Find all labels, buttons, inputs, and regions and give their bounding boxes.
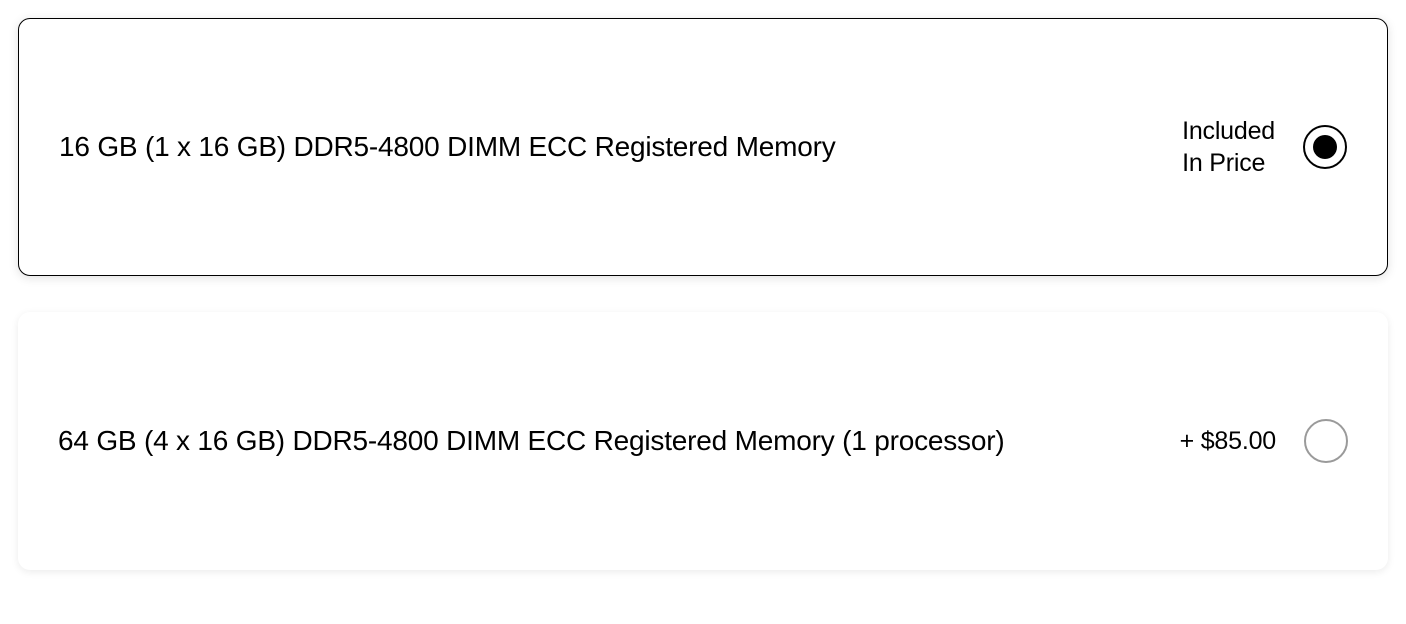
memory-option-price: + $85.00 (1180, 425, 1276, 458)
memory-option-card[interactable]: 64 GB (4 x 16 GB) DDR5-4800 DIMM ECC Reg… (18, 312, 1388, 570)
radio-selected-icon[interactable] (1303, 125, 1347, 169)
memory-option-right: Included In Price (1182, 115, 1347, 180)
memory-option-label: 16 GB (1 x 16 GB) DDR5-4800 DIMM ECC Reg… (59, 129, 1182, 165)
memory-option-card[interactable]: 16 GB (1 x 16 GB) DDR5-4800 DIMM ECC Reg… (18, 18, 1388, 276)
memory-option-price: Included In Price (1182, 115, 1275, 180)
memory-option-right: + $85.00 (1180, 419, 1348, 463)
radio-unselected-icon[interactable] (1304, 419, 1348, 463)
radio-inner-dot (1313, 135, 1337, 159)
memory-option-label: 64 GB (4 x 16 GB) DDR5-4800 DIMM ECC Reg… (58, 423, 1180, 459)
